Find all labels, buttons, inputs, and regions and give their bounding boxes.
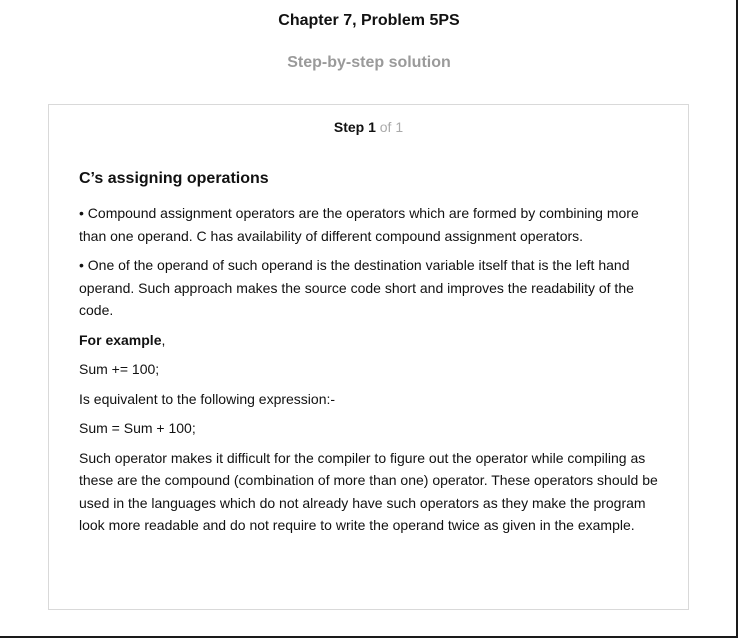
solution-card: Step 1 of 1 C’s assigning operations • C… — [48, 104, 689, 610]
page-title: Chapter 7, Problem 5PS — [278, 12, 460, 29]
example-label: For example — [79, 331, 162, 348]
step-indicator: Step 1 of 1 — [49, 119, 688, 135]
step-label: Step 1 — [333, 119, 376, 135]
bullet-paragraph-1: • Compound assignment operators are the … — [79, 205, 639, 244]
solution-content: C’s assigning operations • Compound assi… — [79, 170, 659, 544]
bullet-paragraph-2: • One of the operand of such operand is … — [79, 257, 634, 318]
step-count: of 1 — [379, 119, 404, 135]
equivalent-line: Is equivalent to the following expressio… — [79, 390, 336, 407]
page-subtitle: Step-by-step solution — [287, 54, 451, 71]
code-line-1: Sum += 100; — [79, 361, 160, 377]
code-line-2: Sum = Sum + 100; — [79, 420, 196, 436]
solution-heading: C’s assigning operations — [79, 170, 269, 187]
example-suffix: , — [161, 331, 166, 348]
example-line: For example, — [79, 329, 659, 352]
closing-paragraph: Such operator makes it difficult for the… — [79, 449, 658, 534]
